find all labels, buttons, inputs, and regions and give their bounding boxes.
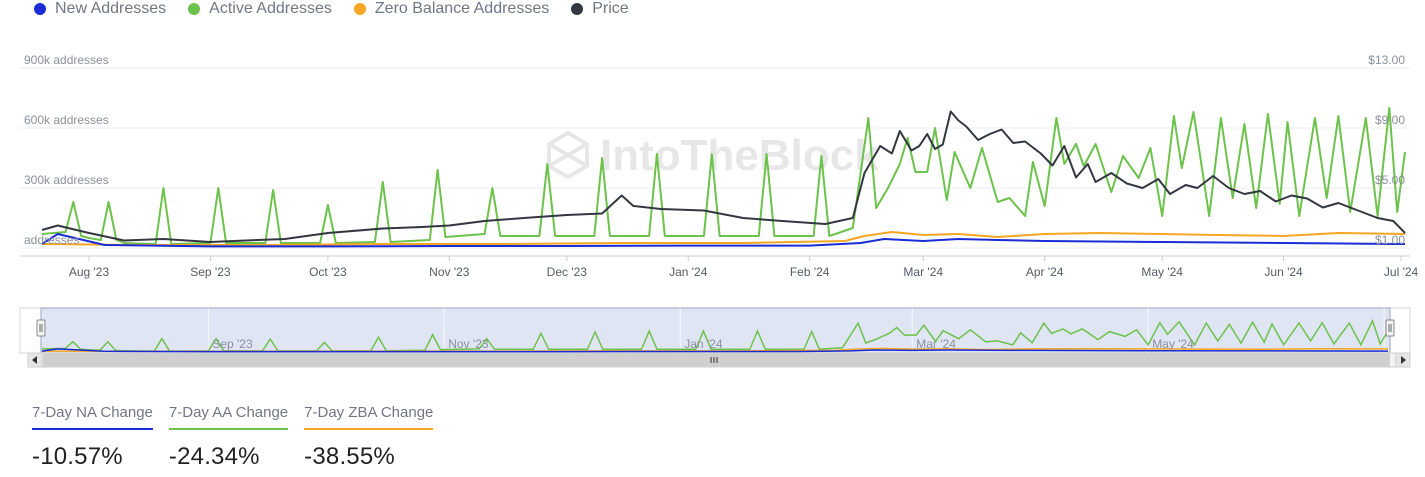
x-tick-label: Oct '23 — [309, 265, 347, 279]
y-right-tick-label: $9.00 — [1375, 113, 1405, 127]
navigator-right-handle[interactable] — [1385, 319, 1395, 337]
range-navigator[interactable]: Sep '23 Nov '23 Jan '24 Mar '24 May '24 — [19, 307, 1411, 368]
y-right-tick-label: $13.00 — [1368, 53, 1405, 67]
stat-zba-change-value: -38.55% — [304, 443, 395, 470]
y-right-tick-label: $5.00 — [1375, 173, 1405, 187]
x-tick-label: Feb '24 — [790, 265, 830, 279]
stat-na-change: 7-Day NA Change -10.57% — [32, 404, 153, 471]
x-tick-label: Apr '24 — [1026, 265, 1064, 279]
stat-na-change-value: -10.57% — [32, 443, 123, 470]
watermark-logo-icon — [547, 130, 589, 180]
x-tick-label: May '24 — [1141, 265, 1183, 279]
y-axis-left: addresses 300k addresses 600k addresses 900… — [24, 53, 109, 247]
stat-aa-change: 7-Day AA Change -24.34% — [168, 404, 289, 471]
y-right-tick-label: $1.00 — [1375, 233, 1405, 247]
y-left-tick-label: 600k addresses — [24, 113, 109, 127]
navigator-label: Mar '24 — [916, 337, 956, 351]
y-left-tick-label: addresses — [24, 233, 79, 247]
chart-area: IntoTheBlock addresses 300k addresses 600k… — [19, 53, 1419, 368]
navigator-label: Sep '23 — [212, 337, 253, 351]
y-left-tick-label: 900k addresses — [24, 53, 109, 67]
stat-na-change-label: 7-Day NA Change — [32, 404, 153, 430]
navigator-label: Nov '23 — [448, 337, 489, 351]
y-left-tick-label: 300k addresses — [24, 173, 109, 187]
scroll-left-arrow-icon[interactable] — [27, 352, 43, 368]
stat-aa-change-value: -24.34% — [168, 443, 260, 470]
scroll-right-arrow-icon[interactable] — [1395, 352, 1411, 368]
stat-aa-change-label: 7-Day AA Change — [168, 404, 289, 430]
x-tick-label: Aug '23 — [69, 265, 110, 279]
watermark-text: IntoTheBlock — [600, 131, 879, 180]
navigator-left-handle[interactable] — [36, 319, 46, 337]
x-tick-label: Jul '24 — [1384, 265, 1419, 279]
stats-row: 7-Day NA Change -10.57% 7-Day AA Change … — [32, 404, 434, 471]
x-tick-label: Mar '24 — [903, 265, 943, 279]
x-tick-label: Dec '23 — [547, 265, 588, 279]
x-tick-label: Jan '24 — [669, 265, 708, 279]
x-tick-label: Sep '23 — [190, 265, 231, 279]
stat-zba-change: 7-Day ZBA Change -38.55% — [304, 404, 434, 471]
x-tick-label: Nov '23 — [429, 265, 470, 279]
x-axis: Aug '23 Sep '23 Oct '23 Nov '23 Dec '23 Jan '… — [69, 256, 1419, 279]
stat-zba-change-label: 7-Day ZBA Change — [304, 404, 434, 430]
y-axis-right: $1.00 $5.00 $9.00 $13.00 — [1368, 53, 1405, 247]
x-tick-label: Jun '24 — [1264, 265, 1303, 279]
navigator-label: Jan '24 — [684, 337, 723, 351]
navigator-label: May '24 — [1152, 337, 1194, 351]
